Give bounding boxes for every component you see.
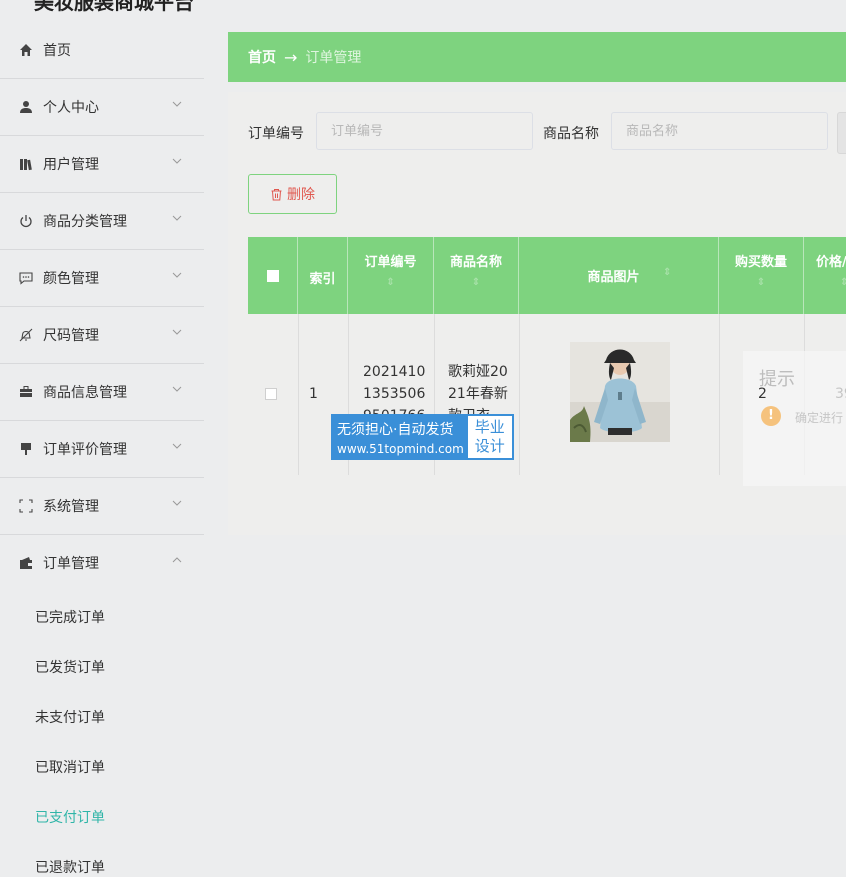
chevron-down-icon: [172, 158, 182, 164]
chat-icon: [18, 270, 34, 286]
sidebar-item-label: 尺码管理: [43, 328, 99, 344]
chevron-up-icon: [172, 557, 182, 563]
header-quantity[interactable]: 购买数量 ⇕: [719, 237, 804, 314]
chevron-down-icon: [172, 329, 182, 335]
watermark-tag-line: 设计: [474, 437, 505, 455]
submenu-cancelled-orders[interactable]: 已取消订单: [35, 757, 105, 777]
search-button[interactable]: [837, 112, 846, 154]
sidebar-item-label: 首页: [43, 43, 71, 59]
sidebar-item-label: 商品信息管理: [43, 385, 127, 401]
sidebar-item-product-info[interactable]: 商品信息管理: [0, 364, 204, 421]
power-icon: [18, 213, 34, 229]
sidebar: 美妆服装商城平台 首页 个人中心 用户管理 商品分类管理 颜色管理 尺码管理 商…: [0, 0, 204, 877]
chevron-down-icon: [172, 386, 182, 392]
books-icon: [18, 156, 34, 172]
user-icon: [18, 99, 34, 115]
cell-quantity: 2: [758, 386, 767, 402]
breadcrumb-home[interactable]: 首页: [248, 47, 276, 67]
briefcase-icon: [18, 384, 34, 400]
header-price[interactable]: 价格/ ⇕: [804, 237, 846, 314]
watermark-line: 无须担心·自动发货: [337, 422, 454, 438]
product-name-label: 商品名称: [543, 126, 599, 142]
column-header: 商品名称: [449, 255, 502, 270]
header-order-no[interactable]: 订单编号 ⇕: [348, 237, 434, 314]
sidebar-item-users[interactable]: 用户管理: [0, 136, 204, 193]
breadcrumb-current: 订单管理: [305, 50, 362, 66]
delete-button[interactable]: 删除: [248, 174, 337, 214]
sidebar-item-size[interactable]: 尺码管理: [0, 307, 204, 364]
breadcrumb: 首页 → 订单管理: [228, 32, 846, 82]
header-select-all: [248, 237, 298, 314]
column-header: 索引: [309, 272, 336, 287]
submenu-refunded-orders[interactable]: 已退款订单: [35, 857, 105, 877]
column-header: 商品图片: [587, 270, 640, 285]
sidebar-item-color[interactable]: 颜色管理: [0, 250, 204, 307]
confirm-dialog[interactable]: 提示 ! 确定进行: [743, 351, 846, 486]
sidebar-item-label: 订单评价管理: [43, 442, 127, 458]
sidebar-item-category[interactable]: 商品分类管理: [0, 193, 204, 250]
submenu-paid-orders[interactable]: 已支付订单: [35, 807, 105, 827]
warning-icon: !: [761, 406, 781, 426]
order-no-input[interactable]: [316, 112, 533, 150]
sidebar-item-label: 订单管理: [43, 556, 99, 572]
sort-icon[interactable]: ⇕: [719, 277, 803, 288]
product-name-line: 歌莉娅20: [448, 364, 508, 380]
submenu-unpaid-orders[interactable]: 未支付订单: [35, 707, 105, 727]
watermark-tag-line: 毕业: [474, 418, 505, 436]
sort-icon[interactable]: ⇕: [663, 267, 671, 278]
column-header: 价格/: [816, 255, 846, 270]
sidebar-item-label: 系统管理: [43, 499, 99, 515]
header-product-name[interactable]: 商品名称 ⇕: [434, 237, 519, 314]
app-title: 美妆服装商城平台: [34, 0, 194, 14]
product-name-input[interactable]: [611, 112, 828, 150]
order-no-label: 订单编号: [248, 126, 304, 142]
breadcrumb-separator: →: [284, 47, 298, 67]
chevron-down-icon: [172, 215, 182, 221]
chevron-down-icon: [172, 101, 182, 107]
watermark-tag: 毕业 设计: [467, 416, 512, 458]
dialog-message: 确定进行: [795, 411, 844, 425]
sidebar-item-personal-center[interactable]: 个人中心: [0, 79, 204, 136]
column-header: 购买数量: [734, 255, 787, 270]
bell-off-icon: [18, 327, 34, 343]
header-product-image[interactable]: 商品图片 ⇕: [519, 237, 719, 314]
delete-button-label: 删除: [287, 187, 315, 203]
sort-icon[interactable]: ⇕: [348, 277, 433, 288]
cell-index: 1: [309, 386, 318, 402]
sidebar-item-label: 个人中心: [43, 100, 99, 116]
watermark-url: www.51topmind.com: [337, 442, 464, 456]
order-no-line: 1353506: [363, 386, 426, 402]
wallet-icon: [18, 555, 34, 571]
product-name-line: 21年春新: [448, 386, 508, 402]
sort-icon[interactable]: ⇕: [840, 277, 846, 288]
sidebar-item-label: 商品分类管理: [43, 214, 127, 230]
sort-icon[interactable]: ⇕: [434, 277, 518, 288]
trash-icon: [271, 188, 282, 200]
sidebar-item-system[interactable]: 系统管理: [0, 478, 204, 535]
pin-icon: [18, 441, 34, 457]
header-index: 索引: [298, 237, 348, 314]
fullscreen-icon: [18, 498, 34, 514]
submenu-shipped-orders[interactable]: 已发货订单: [35, 657, 105, 677]
sidebar-item-home[interactable]: 首页: [0, 22, 204, 79]
submenu-completed-orders[interactable]: 已完成订单: [35, 607, 105, 627]
watermark-badge: 无须担心·自动发货 www.51topmind.com 毕业 设计: [331, 414, 514, 460]
product-image[interactable]: [570, 342, 670, 442]
sidebar-item-label: 颜色管理: [43, 271, 99, 287]
chevron-down-icon: [172, 500, 182, 506]
sidebar-item-order-review[interactable]: 订单评价管理: [0, 421, 204, 478]
chevron-down-icon: [172, 272, 182, 278]
sidebar-item-orders[interactable]: 订单管理: [0, 535, 204, 591]
chevron-down-icon: [172, 443, 182, 449]
column-header: 订单编号: [364, 255, 417, 270]
sidebar-item-label: 用户管理: [43, 157, 99, 173]
order-no-line: 2021410: [363, 364, 426, 380]
select-all-checkbox[interactable]: [267, 270, 279, 282]
watermark-text: 无须担心·自动发货 www.51topmind.com: [331, 414, 466, 460]
home-icon: [18, 42, 34, 58]
row-checkbox[interactable]: [265, 388, 277, 400]
